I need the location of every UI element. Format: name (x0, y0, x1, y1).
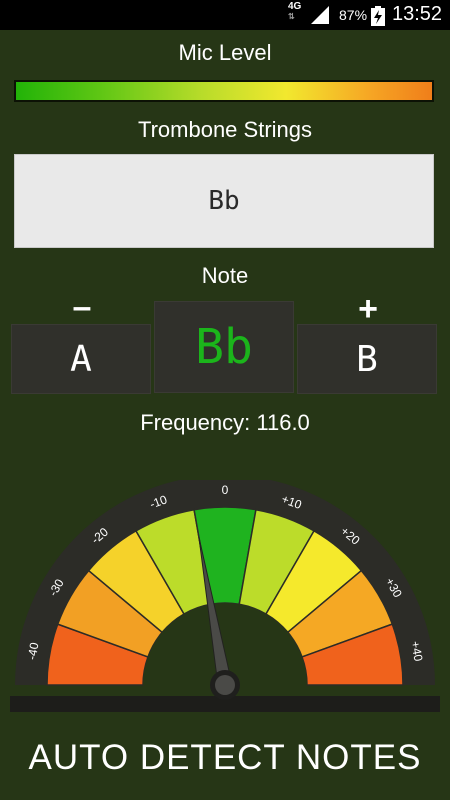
note-plus-button[interactable]: + (348, 292, 388, 326)
next-note-button[interactable]: B (297, 324, 437, 394)
gauge-tick-label: 0 (222, 483, 229, 497)
battery-percent: 87% (339, 7, 368, 23)
network-type: 4G (288, 1, 302, 12)
auto-detect-notes-button[interactable]: AUTO DETECT NOTES (0, 738, 450, 778)
signal-icon (311, 6, 329, 24)
strings-selector[interactable]: Bb (14, 154, 434, 248)
previous-note: A (70, 338, 92, 380)
mic-level-bar (14, 80, 434, 102)
mic-level-label: Mic Level (178, 40, 272, 65)
next-note: B (356, 338, 378, 380)
note-minus-button[interactable]: – (62, 290, 102, 324)
battery-charging-icon (371, 6, 385, 26)
strings-label: Trombone Strings (137, 117, 313, 142)
tuning-gauge: -40-30-20-100+10+20+30+40 (10, 480, 440, 712)
data-arrows-icon: ⇅ (288, 12, 295, 21)
needle-hub-inner (215, 675, 235, 695)
current-note: Bb (195, 319, 253, 375)
current-note-display: Bb (154, 301, 294, 393)
frequency-readout: Frequency: 116.0 (140, 410, 310, 435)
previous-note-button[interactable]: A (11, 324, 151, 394)
status-bar: 4G ⇅ 87% 13:52 (0, 0, 450, 30)
clock: 13:52 (392, 3, 443, 25)
network-indicator: 4G ⇅ (288, 2, 301, 22)
note-label: Note (201, 263, 249, 288)
strings-value: Bb (208, 186, 240, 216)
